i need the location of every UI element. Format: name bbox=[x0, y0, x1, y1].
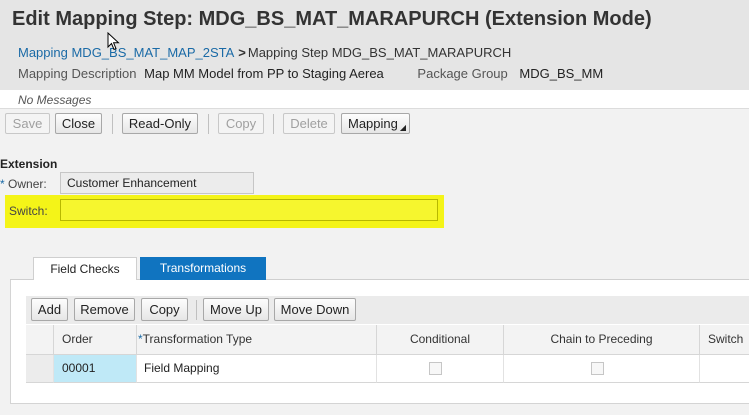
row-selector-header[interactable] bbox=[26, 325, 54, 355]
table-cell-order[interactable]: 00001 bbox=[54, 355, 137, 383]
column-header-switch[interactable]: Switch bbox=[700, 325, 749, 355]
transformation-type-header-label: Transformation Type bbox=[142, 332, 253, 346]
breadcrumb-current: Mapping Step MDG_BS_MAT_MARAPURCH bbox=[247, 45, 512, 60]
breadcrumb: Mapping MDG_BS_MAT_MAP_2STA > Mapping Step… bbox=[18, 45, 511, 60]
package-group-label: Package Group bbox=[417, 66, 508, 81]
header-info-row: Mapping Description Map MM Model from PP… bbox=[18, 66, 603, 81]
mapping-description-value: Map MM Model from PP to Staging Aerea bbox=[144, 66, 384, 81]
mouse-cursor-icon bbox=[107, 32, 120, 51]
mapping-menu-button[interactable]: Mapping ◢ bbox=[341, 113, 410, 134]
breadcrumb-separator: > bbox=[238, 45, 246, 60]
table-cell-transformation-type[interactable]: Field Mapping bbox=[137, 355, 377, 383]
extension-section-title: Extension bbox=[0, 157, 58, 171]
tab-field-checks[interactable]: Field Checks bbox=[33, 257, 137, 280]
mapping-menu-label: Mapping bbox=[348, 116, 398, 131]
toolbar-separator bbox=[208, 114, 209, 134]
add-row-button[interactable]: Add bbox=[31, 298, 68, 321]
column-header-chain-to-preceding[interactable]: Chain to Preceding bbox=[504, 325, 700, 355]
owner-field[interactable]: Customer Enhancement bbox=[60, 172, 254, 194]
remove-row-button[interactable]: Remove bbox=[74, 298, 135, 321]
copy-button[interactable]: Copy bbox=[218, 113, 264, 134]
copy-row-button[interactable]: Copy bbox=[141, 298, 188, 321]
delete-button[interactable]: Delete bbox=[283, 113, 335, 134]
breadcrumb-mapping-link[interactable]: Mapping MDG_BS_MAT_MAP_2STA bbox=[18, 45, 234, 60]
table-cell-chain-to-preceding bbox=[504, 355, 700, 383]
page-title: Edit Mapping Step: MDG_BS_MAT_MARAPURCH … bbox=[12, 8, 652, 30]
required-marker: * bbox=[0, 177, 5, 191]
chain-to-preceding-checkbox[interactable] bbox=[591, 362, 604, 375]
table-cell-conditional bbox=[377, 355, 504, 383]
conditional-checkbox[interactable] bbox=[429, 362, 442, 375]
column-header-transformation-type[interactable]: *Transformation Type bbox=[137, 325, 377, 355]
table-cell-switch[interactable] bbox=[700, 355, 749, 383]
package-group-value: MDG_BS_MM bbox=[519, 66, 604, 81]
dropdown-arrow-icon: ◢ bbox=[399, 123, 407, 132]
owner-label: * Owner: bbox=[0, 177, 47, 191]
toolbar-separator bbox=[273, 114, 274, 134]
row-selector[interactable] bbox=[26, 355, 54, 383]
save-button[interactable]: Save bbox=[5, 113, 50, 134]
no-messages-text: No Messages bbox=[18, 93, 92, 107]
message-area bbox=[0, 90, 749, 109]
move-down-button[interactable]: Move Down bbox=[274, 298, 356, 321]
switch-field[interactable] bbox=[60, 199, 438, 221]
mapping-description-label: Mapping Description bbox=[18, 66, 137, 81]
owner-label-text: Owner: bbox=[8, 177, 47, 191]
column-header-conditional[interactable]: Conditional bbox=[377, 325, 504, 355]
toolbar-separator bbox=[112, 114, 113, 134]
close-button[interactable]: Close bbox=[55, 113, 102, 134]
table-toolbar-separator bbox=[196, 300, 197, 320]
read-only-button[interactable]: Read-Only bbox=[122, 113, 198, 134]
switch-label: Switch: bbox=[9, 204, 48, 218]
tab-transformations[interactable]: Transformations bbox=[140, 257, 266, 280]
move-up-button[interactable]: Move Up bbox=[203, 298, 269, 321]
column-header-order[interactable]: Order bbox=[54, 325, 137, 355]
